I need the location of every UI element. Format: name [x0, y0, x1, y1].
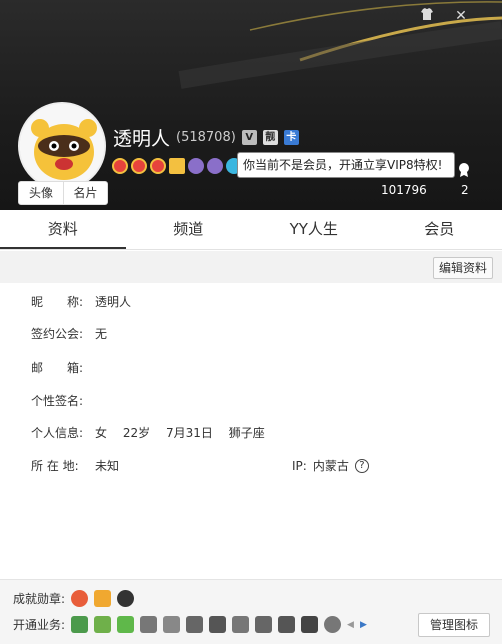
info-row-signature: 个性签名:: [31, 392, 95, 409]
info-row-nickname: 昵 称: 透明人: [31, 293, 131, 310]
info-label: 签约公会:: [31, 327, 84, 341]
services-row: 开通业务: ◀ ▶: [13, 616, 367, 633]
info-label: 昵 称:: [31, 295, 84, 309]
birthday: 7月31日: [165, 426, 213, 440]
info-label: 个性签名:: [31, 394, 84, 408]
card-icon[interactable]: 卡: [283, 130, 299, 145]
services-label: 开通业务:: [13, 618, 66, 632]
toolbar-band: [0, 251, 502, 283]
service-icon[interactable]: [163, 616, 181, 633]
service-icon[interactable]: [301, 616, 319, 633]
edit-profile-button[interactable]: 编辑资料: [433, 257, 493, 279]
ip-location: IP: 内蒙古 ?: [292, 457, 369, 474]
shield-badge-icon[interactable]: [207, 158, 223, 174]
avatar-tabs: 头像 名片: [18, 181, 108, 205]
pretty-number-icon[interactable]: 靓: [262, 130, 278, 145]
shirt-icon[interactable]: [418, 7, 436, 25]
vip-tooltip: 你当前不是会员，开通立享VIP8特权!: [237, 152, 455, 178]
tab-avatar[interactable]: 头像: [19, 182, 63, 204]
help-icon[interactable]: ?: [354, 458, 369, 473]
info-row-location: 所 在 地: 未知: [31, 457, 119, 474]
info-row-email: 邮 箱:: [31, 359, 95, 376]
ip-label: IP:: [292, 458, 307, 473]
service-icon[interactable]: [324, 616, 342, 633]
name-row: 透明人 (518708) V 靓 卡: [113, 124, 299, 151]
service-icon[interactable]: [232, 616, 250, 633]
service-icon[interactable]: [71, 616, 89, 633]
profile-header: ✕ 头像 名片 透明人 (518708) V 靓 卡 你当前不是会员，开通立享V…: [0, 0, 502, 210]
info-value: 未知: [95, 459, 120, 473]
avatar[interactable]: [18, 102, 106, 190]
profile-content: 编辑资料 昵 称: 透明人 签约公会: 无 邮 箱: 个性签名: 个人信息: 女…: [0, 251, 502, 576]
tab-member[interactable]: 会员: [377, 210, 502, 249]
ribbon-icon[interactable]: [457, 162, 471, 178]
medal-icon[interactable]: [117, 590, 135, 607]
info-value: 女 22岁 7月31日 狮子座: [95, 424, 277, 441]
service-icon[interactable]: [209, 616, 227, 633]
nickname: 透明人: [113, 128, 171, 150]
medals-row: 成就勋章:: [13, 590, 135, 607]
level-badges: [112, 158, 242, 174]
avatar-image: [20, 104, 104, 188]
age: 22岁: [122, 426, 151, 440]
ip-value: 内蒙古: [312, 459, 349, 473]
service-icon[interactable]: [117, 616, 135, 633]
service-icon[interactable]: [278, 616, 296, 633]
info-row-personal: 个人信息: 女 22岁 7月31日 狮子座: [31, 424, 277, 441]
footer: 成就勋章: 开通业务: ◀ ▶ 管理图标: [0, 579, 502, 644]
profile-tabs: 资料 频道 YY人生 会员: [0, 210, 502, 250]
stat-number: 101796: [381, 183, 427, 197]
info-label: 邮 箱:: [31, 361, 84, 375]
medals-label: 成就勋章:: [13, 592, 66, 606]
service-icon[interactable]: [186, 616, 204, 633]
shield-badge-icon[interactable]: [188, 158, 204, 174]
user-id: (518708): [176, 130, 236, 145]
service-icon[interactable]: [140, 616, 158, 633]
medal-icon[interactable]: [94, 590, 112, 607]
crown-badge-icon[interactable]: [131, 158, 147, 174]
info-row-guild: 签约公会: 无: [31, 325, 107, 342]
stat-count: 2: [461, 183, 469, 197]
zodiac: 狮子座: [228, 426, 265, 440]
medal-icon[interactable]: [71, 590, 89, 607]
info-value: 无: [95, 327, 108, 341]
manage-icons-button[interactable]: 管理图标: [418, 613, 490, 637]
info-label: 个人信息:: [31, 426, 84, 440]
tab-channel[interactable]: 频道: [126, 210, 252, 249]
v-badge-icon[interactable]: V: [241, 130, 257, 145]
tab-profile[interactable]: 资料: [0, 210, 126, 249]
crown-badge-icon[interactable]: [112, 158, 128, 174]
gender: 女: [95, 426, 108, 440]
crown-badge-icon[interactable]: [150, 158, 166, 174]
info-value: 透明人: [95, 295, 132, 309]
info-label: 所 在 地:: [31, 459, 79, 473]
service-icon[interactable]: [255, 616, 273, 633]
service-icon[interactable]: [94, 616, 112, 633]
tab-yy-life[interactable]: YY人生: [251, 210, 377, 249]
king-badge-icon[interactable]: [169, 158, 185, 174]
tab-card[interactable]: 名片: [63, 182, 107, 204]
scroll-left-icon[interactable]: ◀: [347, 620, 354, 630]
scroll-right-icon[interactable]: ▶: [360, 620, 367, 630]
close-icon[interactable]: ✕: [452, 7, 470, 25]
